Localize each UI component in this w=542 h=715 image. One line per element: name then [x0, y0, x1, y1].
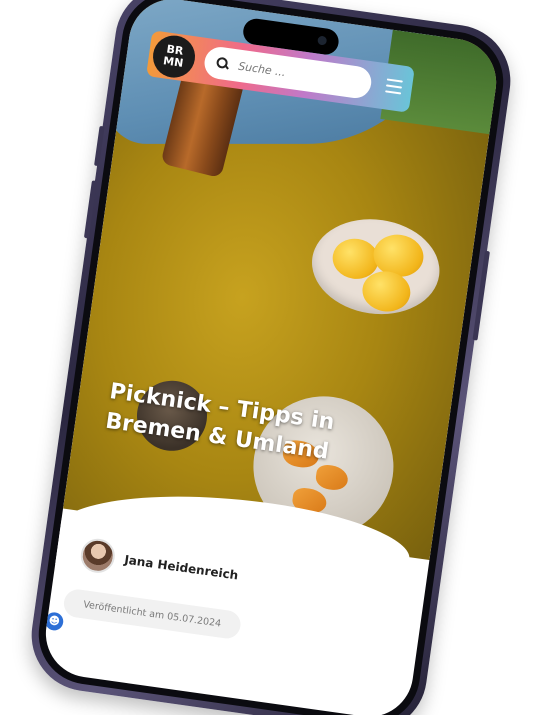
hamburger-menu-icon[interactable]: [385, 78, 403, 95]
search-icon[interactable]: [216, 57, 230, 71]
camera-lens: [317, 35, 328, 46]
published-date-badge: Veröffentlicht am 05.07.2024: [62, 587, 243, 641]
search-input[interactable]: [235, 57, 371, 92]
accessibility-icon[interactable]: ☻: [44, 611, 65, 632]
mockup-stage: BR MN Picknick – Tipps in Bremen & Umlan…: [0, 0, 542, 715]
phone-mockup: BR MN Picknick – Tipps in Bremen & Umlan…: [24, 0, 518, 715]
author-name[interactable]: Jana Heidenreich: [124, 553, 240, 583]
brmn-logo[interactable]: BR MN: [150, 32, 198, 81]
avatar: [78, 536, 117, 576]
